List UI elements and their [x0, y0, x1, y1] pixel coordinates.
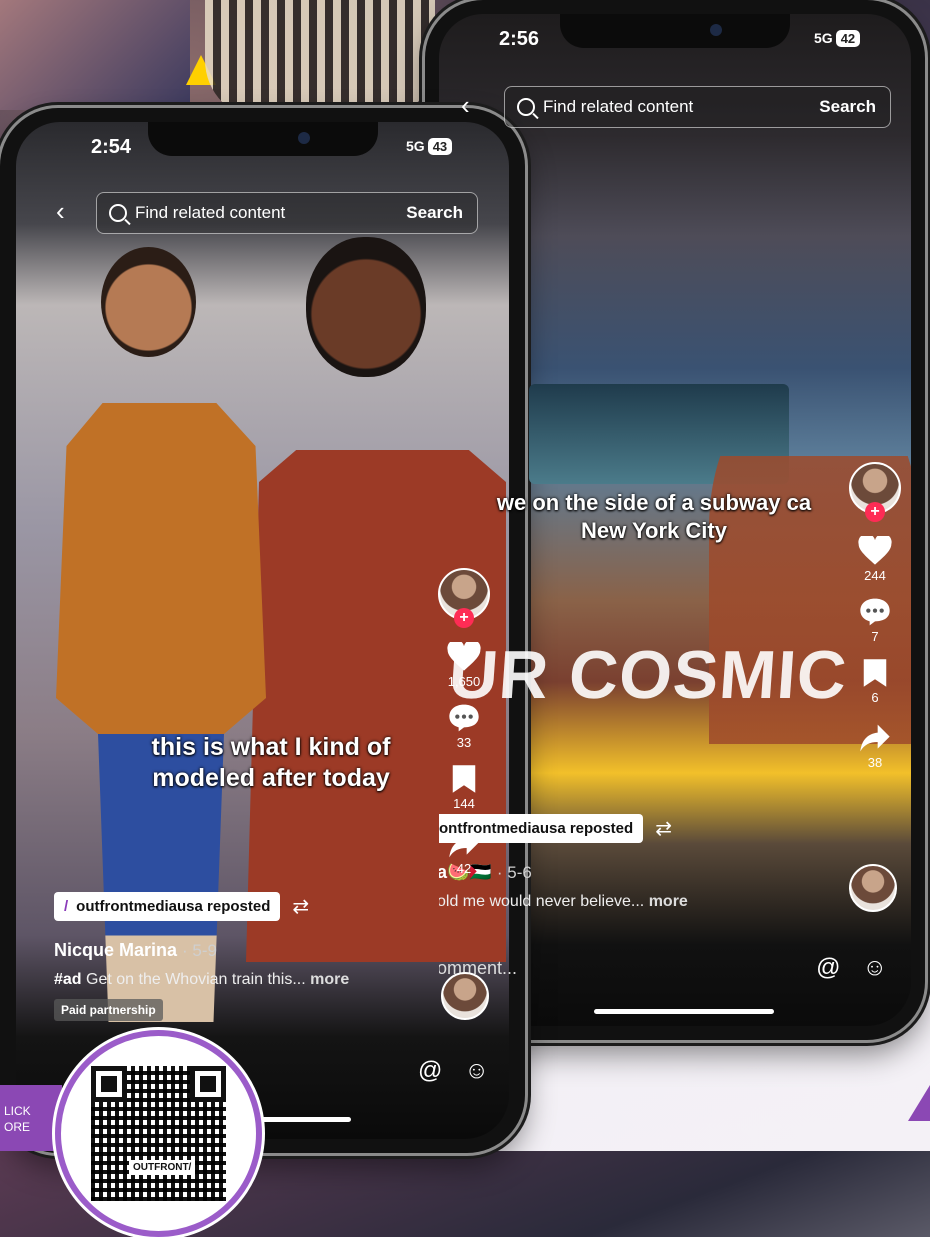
clock: 2:54 [91, 136, 132, 158]
post-meta: Nicque Marina · 5-9 #ad Get on the Whovi… [54, 940, 424, 1021]
bookmark-icon[interactable] [451, 764, 477, 794]
qr-code-badge[interactable]: OUTFRONT/ [55, 1030, 262, 1237]
search-icon [517, 98, 535, 116]
video-caption: this is what I kind of modeled after tod… [101, 732, 441, 795]
author-row[interactable]: Nicque Marina · 5-9 [54, 940, 424, 961]
caption-line: New York City [581, 517, 727, 543]
like-count: 244 [864, 568, 886, 583]
network-indicator: 5G 42 [814, 30, 861, 47]
status-bar: 2:54 5G 43 [16, 122, 509, 172]
creator-avatar[interactable]: + [849, 462, 901, 522]
like-count: 1,650 [447, 674, 481, 689]
train-ad-text: UR COSMIC [446, 637, 850, 713]
battery-icon: 42 [835, 30, 861, 47]
comment-icon[interactable] [448, 703, 480, 733]
share-icon[interactable] [859, 723, 891, 753]
status-bar: 2:56 5G 42 [439, 14, 911, 64]
hashtag[interactable]: #ad [54, 971, 82, 988]
background-poster [0, 0, 190, 110]
outfront-logo-icon: / [64, 898, 69, 915]
person-head [101, 247, 196, 357]
action-rail: + 244 7 6 38 [847, 462, 903, 770]
share-count: 38 [867, 755, 883, 770]
post-description[interactable]: old me would never believe... more [439, 893, 777, 911]
comment-bar[interactable]: @ ☺ [396, 1057, 506, 1085]
battery-icon: 43 [427, 138, 453, 155]
video-caption: we on the side of a subway ca New York C… [439, 489, 879, 544]
heart-icon[interactable] [858, 536, 892, 566]
click-for-more-tab[interactable]: LICK ORE [0, 1085, 62, 1151]
caption-line: we on the side of a subway ca [496, 490, 812, 515]
music-disc-avatar[interactable] [441, 972, 489, 1020]
comment-count: 33 [456, 735, 472, 750]
mention-icon[interactable]: @ [816, 954, 840, 982]
paid-partnership-badge: Paid partnership [54, 999, 163, 1021]
caption-line: modeled after today [152, 764, 390, 793]
caption-line: this is what I kind of [151, 733, 391, 761]
comment-icon[interactable] [859, 597, 891, 627]
search-button[interactable]: Search [819, 97, 876, 117]
mention-icon[interactable]: @ [418, 1057, 442, 1085]
save-count: 144 [453, 796, 475, 811]
repost-label[interactable]: / outfrontmediausa reposted [54, 892, 281, 921]
creator-avatar[interactable]: + [438, 568, 490, 628]
comment-count: 7 [871, 629, 879, 644]
music-disc-avatar[interactable] [849, 864, 897, 912]
qr-finder [91, 1066, 127, 1102]
back-arrow-icon[interactable]: ‹ [461, 90, 470, 121]
clock: 2:56 [499, 28, 540, 50]
search-button[interactable]: Search [406, 203, 463, 223]
bookmark-icon[interactable] [862, 658, 888, 688]
qr-brand-label: OUTFRONT/ [129, 1160, 196, 1175]
network-indicator: 5G 43 [406, 138, 453, 155]
share-icon[interactable] [448, 829, 480, 859]
search-bar[interactable]: Find related content Search [96, 192, 478, 234]
repost-icon: ⇄ [655, 818, 672, 840]
search-bar[interactable]: Find related content Search [504, 86, 891, 128]
post-date: · 5-6 [496, 863, 532, 882]
search-input[interactable]: Find related content [543, 97, 819, 117]
emoji-icon[interactable]: ☺ [862, 954, 887, 982]
corner-accent [908, 1085, 930, 1121]
more-link[interactable]: more [649, 893, 688, 910]
heart-icon[interactable] [447, 642, 481, 672]
follow-plus-icon[interactable]: + [865, 502, 885, 522]
click-text: LICK [4, 1104, 31, 1118]
back-arrow-icon[interactable]: ‹ [56, 196, 65, 227]
share-count: 42 [456, 861, 472, 876]
search-icon [109, 204, 127, 222]
click-text: ORE [4, 1120, 31, 1134]
phone-front: 2:54 5G 43 ‹ Find related content Search … [0, 108, 525, 1153]
author-name[interactable]: Nicque Marina [54, 940, 177, 960]
phone-front-screen: 2:54 5G 43 ‹ Find related content Search … [16, 122, 509, 1139]
comment-input[interactable]: omment... [439, 958, 794, 979]
action-rail: + 1,650 33 144 42 [436, 568, 492, 876]
search-input[interactable]: Find related content [135, 203, 406, 223]
repost-icon: ⇄ [292, 896, 310, 918]
post-description[interactable]: #ad Get on the Whovian train this... mor… [54, 971, 424, 989]
emoji-icon[interactable]: ☺ [464, 1057, 489, 1085]
poster-head [306, 237, 426, 377]
save-count: 6 [871, 690, 879, 705]
post-date: · 5-9 [182, 941, 218, 960]
home-indicator [594, 1009, 774, 1014]
comment-bar[interactable]: omment... @ ☺ [439, 954, 887, 982]
follow-plus-icon[interactable]: + [454, 608, 474, 628]
background-passenger [205, 0, 435, 120]
qr-finder [190, 1066, 226, 1102]
repost-row[interactable]: / outfrontmediausa reposted ⇄ [54, 892, 309, 921]
qr-code[interactable]: OUTFRONT/ [91, 1066, 226, 1201]
more-link[interactable]: more [310, 971, 349, 988]
